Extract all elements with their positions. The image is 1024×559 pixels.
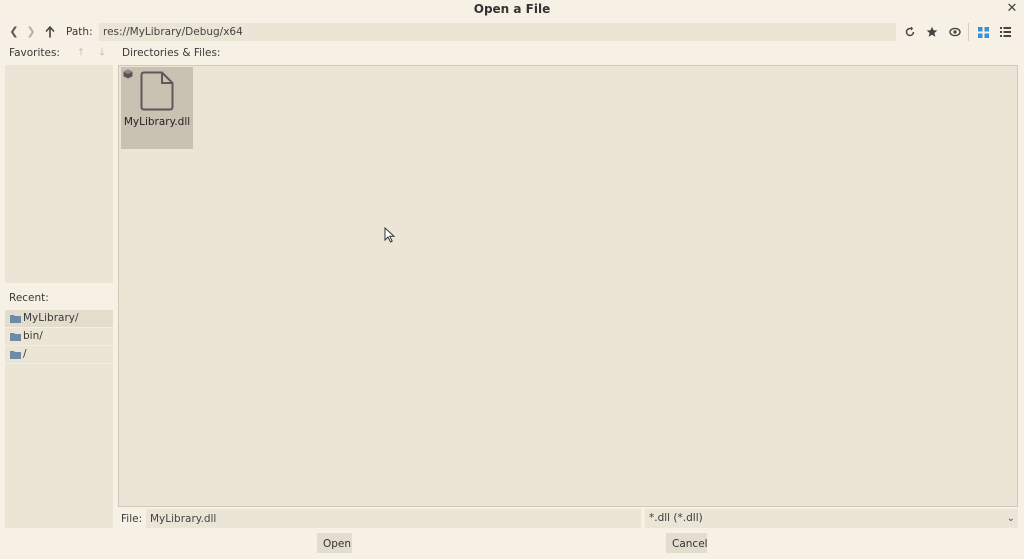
- file-list[interactable]: [118, 65, 1018, 507]
- favorites-list[interactable]: [5, 65, 113, 283]
- open-button[interactable]: Open: [317, 533, 352, 553]
- file-name-label: File:: [121, 513, 143, 525]
- resource-badge-icon: [123, 69, 133, 79]
- folder-icon: [10, 333, 21, 341]
- folder-icon: [10, 351, 21, 359]
- move-favorite-down-icon[interactable]: 🡓: [96, 46, 108, 60]
- recent-item[interactable]: bin/: [5, 328, 113, 346]
- file-item[interactable]: MyLibrary.dll: [121, 67, 193, 149]
- cancel-button[interactable]: Cancel: [666, 533, 708, 553]
- chevron-left-icon[interactable]: ❮: [7, 24, 21, 40]
- file-type-filter-value: *.dll (*.dll): [649, 512, 703, 524]
- file-type-filter-select[interactable]: *.dll (*.dll) ⌄: [645, 509, 1018, 528]
- dialog-title: Open a File: [473, 2, 551, 16]
- recent-item-label: MyLibrary/: [23, 312, 79, 324]
- recent-item[interactable]: MyLibrary/: [5, 310, 113, 328]
- mouse-cursor-icon: [384, 227, 396, 243]
- recent-item[interactable]: /: [5, 346, 113, 364]
- list-view-icon[interactable]: [996, 23, 1014, 41]
- chevron-right-icon[interactable]: ❯: [24, 24, 38, 40]
- path-label: Path:: [66, 26, 93, 38]
- refresh-icon[interactable]: [901, 23, 919, 41]
- file-name-input[interactable]: [146, 509, 641, 528]
- recent-item-label: bin/: [23, 330, 43, 342]
- recent-label: Recent:: [9, 292, 49, 304]
- files-label: Directories & Files:: [122, 47, 221, 59]
- recent-item-label: /: [23, 348, 27, 360]
- file-item-label: MyLibrary.dll: [123, 116, 191, 128]
- path-input[interactable]: [99, 23, 896, 41]
- title-bar: Open a File ✕: [0, 0, 1024, 20]
- grid-view-icon[interactable]: [974, 23, 992, 41]
- move-favorite-up-icon[interactable]: 🡑: [75, 46, 87, 60]
- toolbar-separator: [968, 23, 969, 41]
- file-icon: [140, 71, 174, 111]
- folder-icon: [10, 315, 21, 323]
- favorites-label: Favorites:: [9, 47, 60, 59]
- close-icon[interactable]: ✕: [1004, 1, 1020, 17]
- arrow-up-icon[interactable]: [43, 24, 57, 40]
- recent-list[interactable]: MyLibrary/ bin/ /: [5, 310, 113, 528]
- favorite-star-icon[interactable]: [923, 23, 941, 41]
- chevron-down-icon: ⌄: [1006, 513, 1015, 524]
- toggle-hidden-eye-icon[interactable]: [946, 23, 964, 41]
